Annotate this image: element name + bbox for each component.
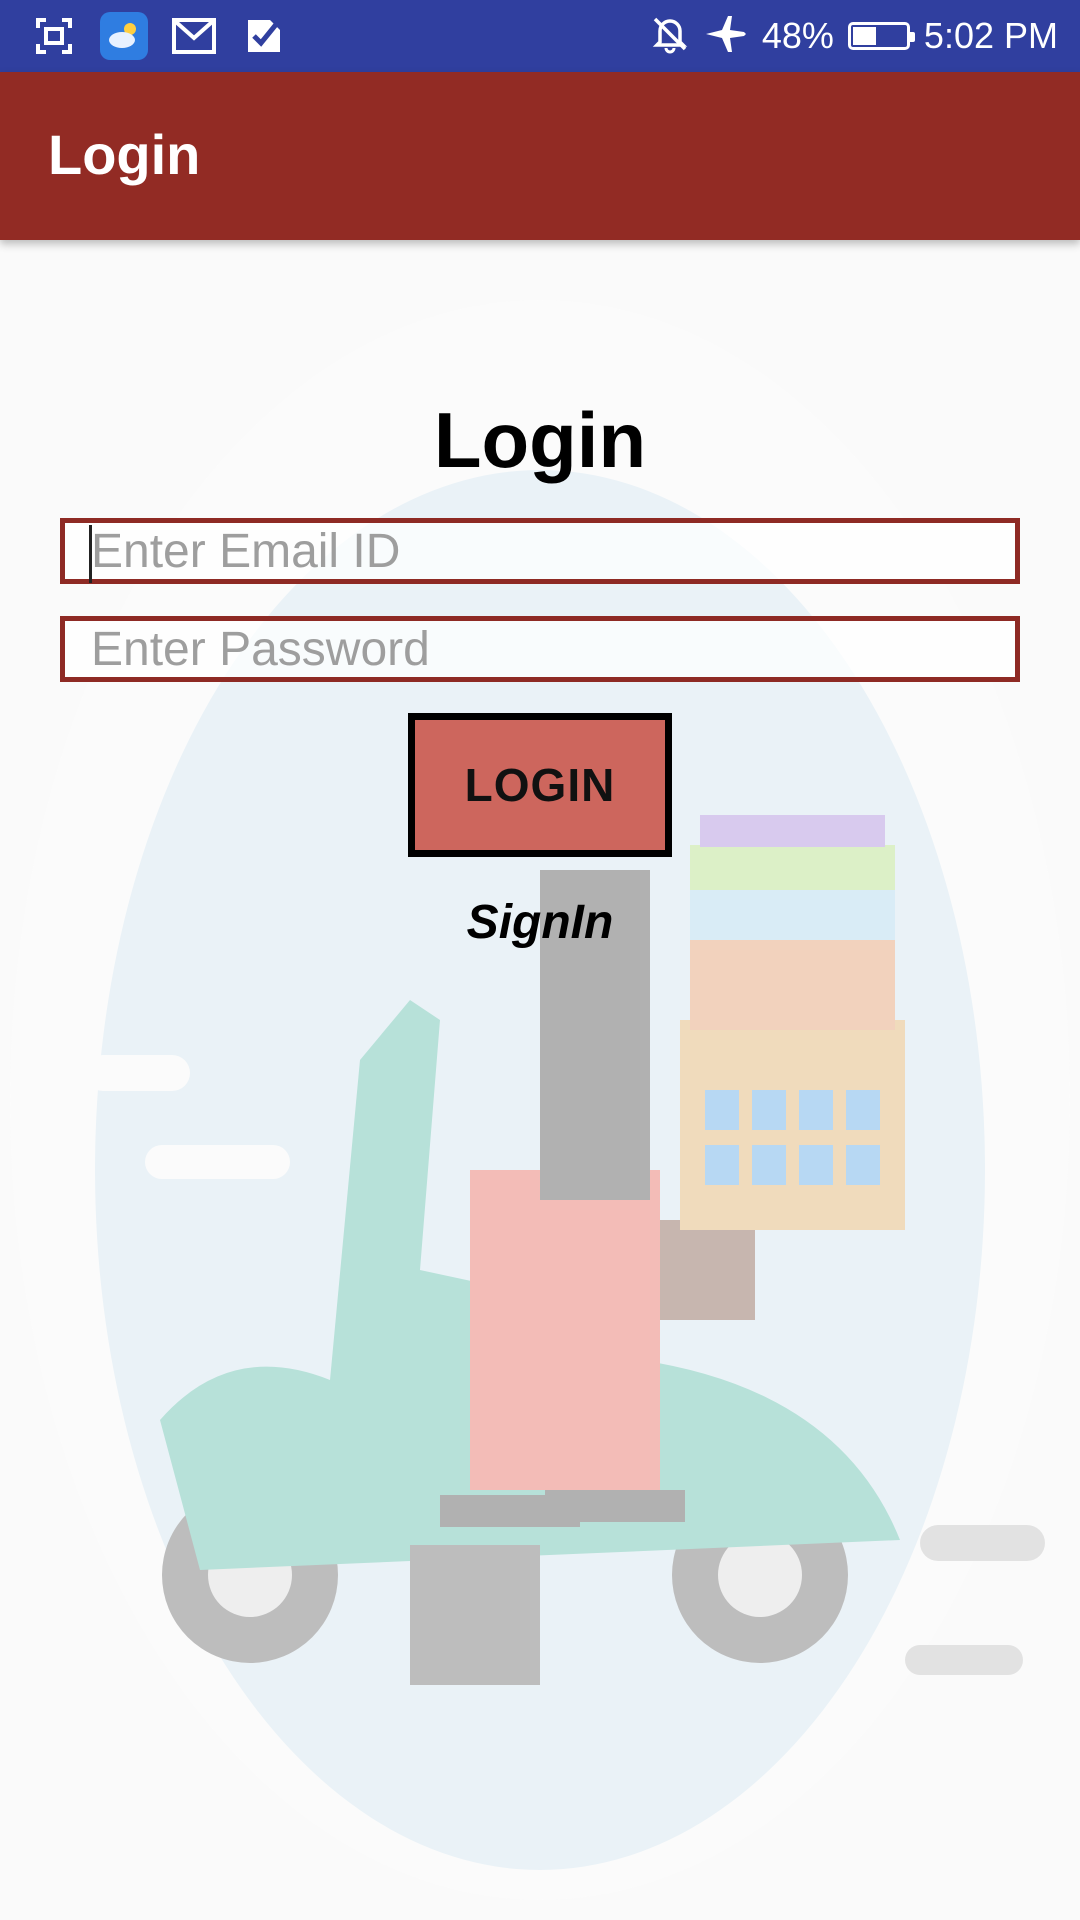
battery-icon (847, 22, 915, 50)
tasks-icon (240, 12, 288, 60)
login-heading: Login (433, 396, 647, 484)
status-bar: 48% 5:02 PM (0, 0, 1080, 72)
status-bar-left (30, 12, 288, 60)
battery-percent: 48% (761, 15, 834, 56)
text-cursor (89, 525, 92, 583)
app-bar-title: Login (48, 123, 201, 186)
screenshot-icon (30, 12, 78, 60)
signin-link[interactable]: SignIn (0, 895, 1080, 950)
login-button[interactable]: LOGIN (408, 713, 672, 857)
airplane-mode-icon (704, 14, 748, 59)
weather-icon (100, 12, 148, 60)
battery-level (852, 27, 876, 45)
login-screen: Login LOGIN SignIn (0, 240, 1080, 1920)
email-input[interactable] (60, 518, 1020, 584)
app-bar: Login (0, 72, 1080, 240)
password-input[interactable] (60, 616, 1020, 682)
scooter-delivery-illustration (10, 300, 1070, 1900)
gmail-icon (170, 12, 218, 60)
notifications-off-icon (650, 14, 690, 59)
status-bar-right: 48% 5:02 PM (650, 0, 1058, 72)
status-time: 5:02 PM (923, 15, 1058, 56)
